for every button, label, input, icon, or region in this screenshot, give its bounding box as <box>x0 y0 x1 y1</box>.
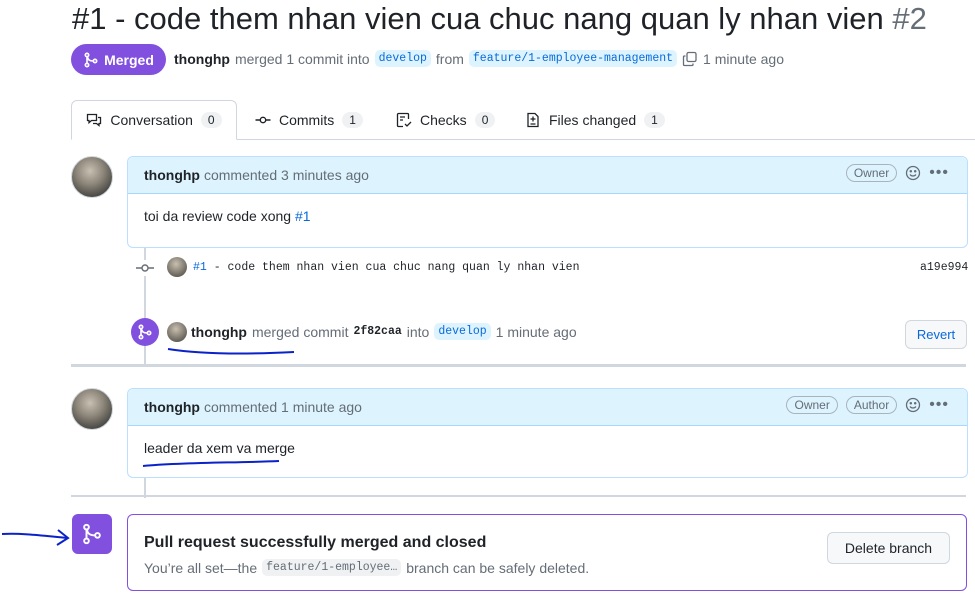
avatar[interactable] <box>167 322 187 342</box>
merged-status-title: Pull request successfully merged and clo… <box>144 534 487 551</box>
timeline-divider <box>71 364 966 367</box>
tab-commits[interactable]: Commits 1 <box>255 100 363 140</box>
merged-branch-name[interactable]: feature/1-employee… <box>262 559 402 576</box>
merged-status-box: Pull request successfully merged and clo… <box>127 514 967 591</box>
head-branch[interactable]: feature/1-employee-management <box>468 50 678 67</box>
base-branch[interactable]: develop <box>374 50 431 67</box>
smiley-icon[interactable] <box>905 165 921 181</box>
commit-message-text[interactable]: - code them nhan vien cua chuc nang quan… <box>207 261 580 274</box>
merge-target-branch[interactable]: develop <box>434 323 491 340</box>
pr-meta: thonghp merged 1 commit into develop fro… <box>174 50 784 67</box>
annotation-underline <box>142 460 280 467</box>
tab-conversation-count: 0 <box>200 112 222 128</box>
commit-node-bg <box>136 260 154 276</box>
kebab-menu-icon[interactable]: ••• <box>929 164 949 182</box>
merge-icon <box>83 523 101 545</box>
merged-status-text-before: You’re all set—the <box>144 559 258 576</box>
commit-issue-link[interactable]: #1 <box>193 261 207 274</box>
tab-files-changed-count: 1 <box>644 112 665 128</box>
timeline-divider <box>71 495 966 497</box>
author-badge: Author <box>845 396 898 414</box>
comment-author[interactable]: thonghp <box>144 167 200 183</box>
pr-title: #1 - code them nhan vien cua chuc nang q… <box>72 0 927 38</box>
annotation-arrow <box>1 529 70 546</box>
comment-1-body: toi da review code xong #1 <box>128 194 967 238</box>
revert-button[interactable]: Revert <box>905 320 967 349</box>
merged-status-icon <box>72 514 112 554</box>
merge-event-icon <box>131 318 159 346</box>
merge-commit-sha[interactable]: 2f82caa <box>353 325 401 338</box>
comment-author[interactable]: thonghp <box>144 399 200 415</box>
annotation-underline <box>167 348 295 355</box>
comment-action: commented 3 minutes ago <box>203 167 369 183</box>
avatar[interactable] <box>71 156 113 198</box>
comment-1: thonghp commented 3 minutes ago Owner ••… <box>127 156 968 248</box>
comment-action: commented 1 minute ago <box>203 399 362 415</box>
commit-icon <box>255 116 271 124</box>
tab-conversation[interactable]: Conversation 0 <box>71 100 237 140</box>
tab-commits-label: Commits <box>279 112 335 128</box>
tab-checks[interactable]: Checks 0 <box>396 100 496 140</box>
pr-title-text: #1 - code them nhan vien cua chuc nang q… <box>72 1 884 36</box>
pr-number: #2 <box>892 1 927 36</box>
copy-icon[interactable] <box>682 51 698 67</box>
commit-sha[interactable]: a19e994 <box>920 261 968 274</box>
commit-icon <box>136 264 154 272</box>
merge-text-1: merged commit <box>251 323 349 340</box>
kebab-menu-icon[interactable]: ••• <box>929 396 949 414</box>
avatar[interactable] <box>71 388 113 430</box>
owner-badge: Owner <box>786 396 838 414</box>
merged-state-badge: Merged <box>71 44 166 75</box>
pr-from-text: from <box>435 50 464 67</box>
tab-commits-count: 1 <box>342 112 363 128</box>
tab-conversation-label: Conversation <box>110 112 193 128</box>
merged-status-text: You’re all set—the feature/1-employee… b… <box>144 559 589 576</box>
pr-author-link[interactable]: thonghp <box>174 51 230 67</box>
merge-icon <box>84 51 98 68</box>
owner-badge: Owner <box>845 164 898 182</box>
comment-2-text: leader da xem va merge <box>144 440 295 456</box>
merge-icon <box>138 324 152 340</box>
tab-files-changed-label: Files changed <box>549 112 637 128</box>
delete-branch-button[interactable]: Delete branch <box>827 532 950 564</box>
merge-text-2: into <box>406 323 430 340</box>
comment-1-header: thonghp commented 3 minutes ago Owner ••… <box>128 157 967 194</box>
tab-checks-count: 0 <box>474 112 496 128</box>
merged-state-label: Merged <box>104 51 154 68</box>
avatar[interactable] <box>167 257 187 277</box>
issue-link[interactable]: #1 <box>295 208 311 224</box>
checklist-icon <box>396 112 412 128</box>
pr-time: 1 minute ago <box>703 50 784 67</box>
smiley-icon[interactable] <box>905 397 921 413</box>
conversation-icon <box>87 113 102 127</box>
comment-2-header: thonghp commented 1 minute ago Owner Aut… <box>128 389 967 426</box>
tab-checks-label: Checks <box>420 112 467 128</box>
merge-event-text: thonghp merged commit 2f82caa into devel… <box>191 323 577 340</box>
commit-message: #1 - code them nhan vien cua chuc nang q… <box>193 261 579 274</box>
pr-merged-text: merged 1 commit into <box>234 50 370 67</box>
merge-author[interactable]: thonghp <box>191 324 247 340</box>
merged-status-text-after: branch can be safely deleted. <box>406 559 590 576</box>
tab-files-changed[interactable]: Files changed 1 <box>525 100 665 140</box>
comment-1-text: toi da review code xong <box>144 208 295 224</box>
merge-time: 1 minute ago <box>495 323 577 340</box>
file-diff-icon <box>527 112 539 128</box>
